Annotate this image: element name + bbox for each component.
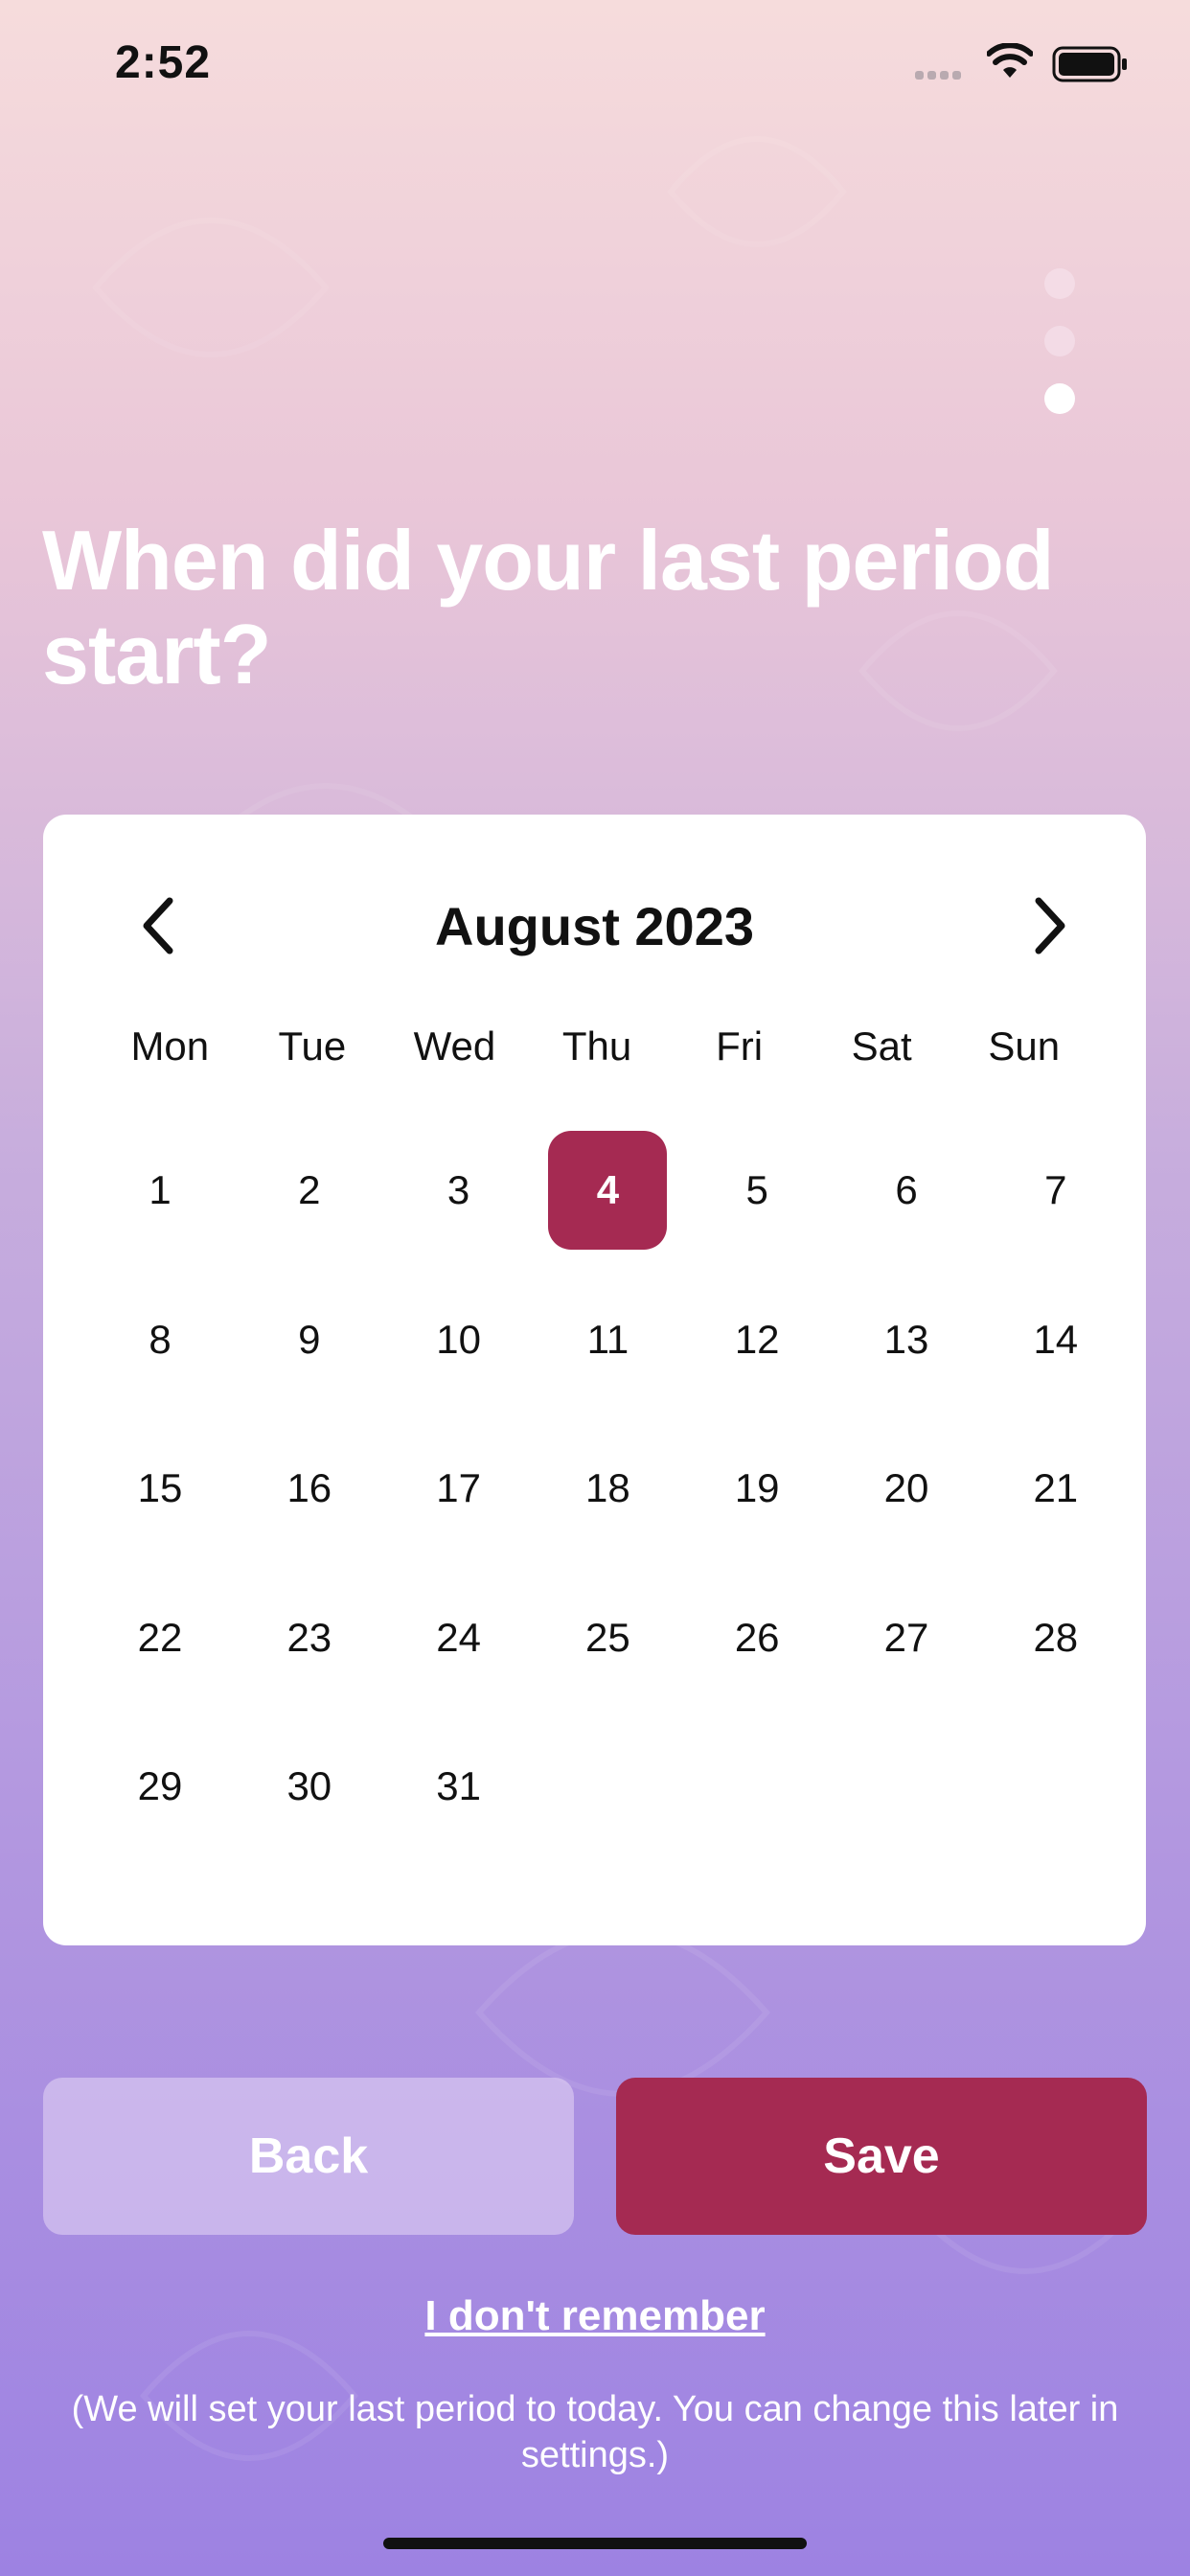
calendar-day[interactable]: 16: [250, 1429, 369, 1548]
calendar-day[interactable]: 14: [996, 1280, 1115, 1399]
weekday-label: Sun: [988, 1024, 1061, 1069]
calendar-day[interactable]: 8: [101, 1280, 219, 1399]
calendar-day[interactable]: 3: [400, 1131, 518, 1250]
weekday-label: Thu: [561, 1024, 632, 1069]
back-button[interactable]: Back: [43, 2078, 574, 2235]
status-bar: 2:52: [0, 0, 1190, 134]
calendar-day[interactable]: 18: [548, 1429, 667, 1548]
calendar-day[interactable]: 30: [250, 1727, 369, 1846]
page-dot: [1044, 326, 1075, 356]
calendar-day[interactable]: 10: [400, 1280, 518, 1399]
calendar-day[interactable]: 19: [698, 1429, 816, 1548]
calendar-day[interactable]: 12: [698, 1280, 816, 1399]
calendar-day[interactable]: 22: [101, 1578, 219, 1697]
weekday-label: Fri: [716, 1024, 764, 1069]
calendar-day[interactable]: 1: [101, 1131, 219, 1250]
next-month-button[interactable]: [1012, 887, 1088, 964]
page-title: When did your last period start?: [42, 513, 1055, 702]
weekday-label: Wed: [413, 1024, 496, 1069]
calendar-day[interactable]: 6: [847, 1131, 966, 1250]
calendar-header: August 2023: [43, 887, 1146, 964]
status-time: 2:52: [115, 37, 212, 88]
calendar-day-selected[interactable]: 4: [548, 1131, 668, 1250]
weekday-label: Tue: [278, 1024, 347, 1069]
month-label: August 2023: [435, 896, 754, 956]
wifi-icon: [987, 43, 1033, 78]
calendar-day[interactable]: 17: [400, 1429, 518, 1548]
page-indicator: [1044, 268, 1077, 441]
calendar-day[interactable]: 27: [847, 1578, 966, 1697]
calendar-day[interactable]: 21: [996, 1429, 1115, 1548]
calendar-day[interactable]: 13: [847, 1280, 966, 1399]
signal-icon: [915, 67, 965, 84]
calendar-day[interactable]: 23: [250, 1578, 369, 1697]
calendar-day[interactable]: 28: [996, 1578, 1115, 1697]
calendar-day[interactable]: 20: [847, 1429, 966, 1548]
weekday-label: Mon: [130, 1024, 210, 1069]
calendar-day[interactable]: 2: [250, 1131, 369, 1250]
calendar-day[interactable]: 7: [996, 1131, 1115, 1250]
calendar-day[interactable]: 29: [101, 1727, 219, 1846]
calendar-card: August 2023 Mon Tue Wed Thu Fri Sat Sun …: [43, 815, 1146, 1945]
calendar-day[interactable]: 11: [548, 1280, 667, 1399]
weekday-label: Sat: [851, 1024, 912, 1069]
calendar-day[interactable]: 31: [400, 1727, 518, 1846]
chevron-right-icon: [1035, 897, 1065, 954]
calendar-day[interactable]: 25: [548, 1578, 667, 1697]
calendar-day[interactable]: 9: [250, 1280, 369, 1399]
page-dot: [1044, 383, 1075, 414]
home-indicator: [383, 2538, 807, 2549]
info-note: (We will set your last period to today. …: [71, 2389, 1119, 2475]
calendar-day[interactable]: 15: [101, 1429, 219, 1548]
calendar-day[interactable]: 26: [698, 1578, 816, 1697]
weekday-row: Mon Tue Wed Thu Fri Sat Sun: [99, 1024, 1095, 1081]
page-dot: [1044, 268, 1075, 299]
calendar-day[interactable]: 5: [698, 1131, 816, 1250]
calendar-day[interactable]: 24: [400, 1578, 518, 1697]
save-button[interactable]: Save: [616, 2078, 1147, 2235]
dont-remember-link[interactable]: I don't remember: [0, 2292, 1190, 2340]
battery-icon: [1052, 46, 1127, 82]
